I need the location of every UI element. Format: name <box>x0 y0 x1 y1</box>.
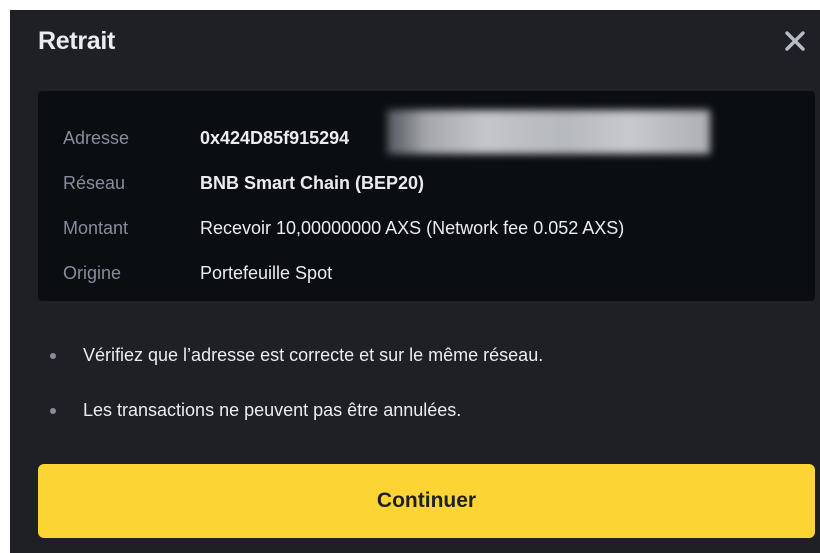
withdraw-modal: Retrait Adresse 0x424D85f915294 Réseau B… <box>10 10 820 553</box>
source-label: Origine <box>63 263 122 283</box>
address-value: 0x424D85f915294 <box>200 128 350 148</box>
continue-button[interactable]: Continuer <box>38 464 815 538</box>
close-button[interactable] <box>782 28 808 54</box>
continue-button-label: Continuer <box>376 489 477 512</box>
detail-row-source: Origine Portefeuille Spot <box>38 259 815 289</box>
notice-text: Vérifiez que l’adresse est correcte et s… <box>83 345 544 365</box>
notice-text: Les transactions ne peuvent pas être ann… <box>83 400 462 420</box>
withdraw-details-panel: Adresse 0x424D85f915294 Réseau BNB Smart… <box>38 91 815 301</box>
network-label: Réseau <box>63 173 126 193</box>
address-label: Adresse <box>63 128 130 148</box>
amount-value: Recevoir 10,00000000 AXS (Network fee 0.… <box>200 218 625 238</box>
bullet-icon <box>50 353 56 359</box>
notice-item: Les transactions ne peuvent pas être ann… <box>38 398 798 426</box>
amount-label: Montant <box>63 218 129 238</box>
network-value: BNB Smart Chain (BEP20) <box>200 173 425 193</box>
close-icon <box>785 31 805 51</box>
detail-row-amount: Montant Recevoir 10,00000000 AXS (Networ… <box>38 214 815 244</box>
notice-item: Vérifiez que l’adresse est correcte et s… <box>38 343 798 371</box>
detail-row-network: Réseau BNB Smart Chain (BEP20) <box>38 169 815 199</box>
modal-title: Retrait <box>38 27 116 55</box>
source-value: Portefeuille Spot <box>200 263 333 283</box>
address-redaction <box>387 110 710 154</box>
bullet-icon <box>50 408 56 414</box>
